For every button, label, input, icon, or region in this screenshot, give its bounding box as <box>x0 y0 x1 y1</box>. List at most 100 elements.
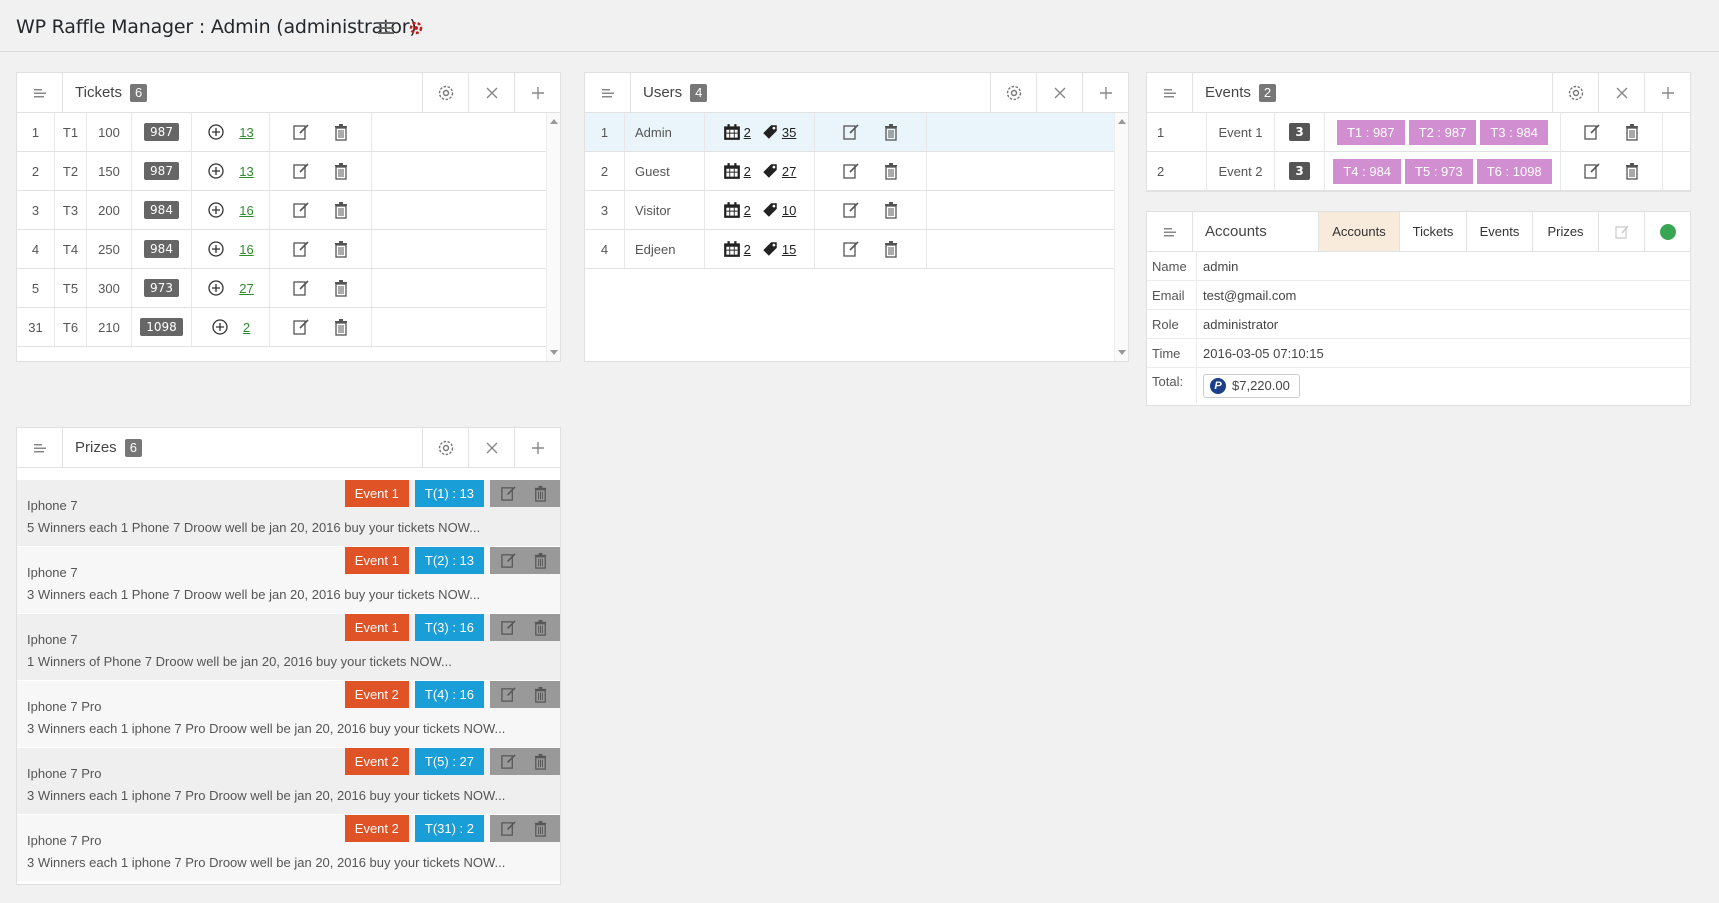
trash-icon[interactable] <box>882 201 900 219</box>
trash-icon[interactable] <box>532 753 550 771</box>
ticket-sold-link[interactable]: 13 <box>239 125 253 140</box>
user-tickets-link[interactable]: 15 <box>761 240 796 258</box>
edit-icon[interactable] <box>842 123 860 141</box>
drag-handle-icon[interactable] <box>1147 212 1193 251</box>
ticket-sold-link[interactable]: 2 <box>243 320 250 335</box>
edit-icon[interactable] <box>842 162 860 180</box>
prize-ticket-tag[interactable]: T(5) : 27 <box>414 748 484 775</box>
user-tickets-count[interactable]: 15 <box>782 242 796 257</box>
trash-icon[interactable] <box>882 162 900 180</box>
add-circle-icon[interactable] <box>207 240 225 258</box>
edit-icon[interactable] <box>500 485 518 503</box>
trash-icon[interactable] <box>882 123 900 141</box>
hamburger-icon[interactable] <box>376 18 396 38</box>
ticket-sold-link[interactable]: 27 <box>239 281 253 296</box>
edit-icon[interactable] <box>292 279 310 297</box>
ticket-sold-link[interactable]: 16 <box>239 242 253 257</box>
settings-icon[interactable] <box>1552 73 1598 112</box>
trash-icon[interactable] <box>882 240 900 258</box>
add-circle-icon[interactable] <box>207 162 225 180</box>
user-events-count[interactable]: 2 <box>744 164 751 179</box>
drag-handle-icon[interactable] <box>17 428 63 467</box>
add-icon[interactable] <box>1644 73 1690 112</box>
table-row[interactable]: 3 Visitor 2 10 <box>585 191 1116 230</box>
settings-icon[interactable] <box>422 428 468 467</box>
trash-icon[interactable] <box>332 318 350 336</box>
prize-ticket-tag[interactable]: T(2) : 13 <box>414 547 484 574</box>
tab-accounts[interactable]: Accounts <box>1318 212 1399 251</box>
gear-icon[interactable] <box>406 18 426 38</box>
edit-icon[interactable] <box>842 240 860 258</box>
edit-icon[interactable] <box>1583 162 1601 180</box>
prize-event-tag[interactable]: Event 2 <box>344 815 409 842</box>
trash-icon[interactable] <box>332 201 350 219</box>
edit-icon[interactable] <box>500 552 518 570</box>
drag-handle-icon[interactable] <box>1147 73 1193 112</box>
prize-ticket-tag[interactable]: T(4) : 16 <box>414 681 484 708</box>
edit-icon[interactable] <box>500 753 518 771</box>
edit-icon[interactable] <box>292 240 310 258</box>
add-circle-icon[interactable] <box>207 201 225 219</box>
close-icon[interactable] <box>1036 73 1082 112</box>
tickets-scrollbar[interactable] <box>546 113 560 361</box>
edit-icon[interactable] <box>292 201 310 219</box>
trash-icon[interactable] <box>1623 123 1641 141</box>
prize-ticket-tag[interactable]: T(31) : 2 <box>414 815 484 842</box>
add-circle-icon[interactable] <box>207 123 225 141</box>
trash-icon[interactable] <box>532 552 550 570</box>
trash-icon[interactable] <box>332 240 350 258</box>
table-row[interactable]: 1 Admin 2 35 <box>585 113 1116 152</box>
drag-handle-icon[interactable] <box>585 73 631 112</box>
user-events-link[interactable]: 2 <box>723 162 751 180</box>
trash-icon[interactable] <box>532 820 550 838</box>
edit-icon[interactable] <box>500 686 518 704</box>
users-scrollbar[interactable] <box>1114 113 1128 361</box>
user-tickets-count[interactable]: 10 <box>782 203 796 218</box>
prize-ticket-tag[interactable]: T(3) : 16 <box>414 614 484 641</box>
tab-tickets[interactable]: Tickets <box>1399 212 1466 251</box>
user-events-link[interactable]: 2 <box>723 201 751 219</box>
settings-icon[interactable] <box>422 73 468 112</box>
user-tickets-count[interactable]: 27 <box>782 164 796 179</box>
ticket-sold-link[interactable]: 16 <box>239 203 253 218</box>
edit-icon[interactable] <box>1598 212 1644 251</box>
edit-icon[interactable] <box>500 619 518 637</box>
trash-icon[interactable] <box>1623 162 1641 180</box>
prize-event-tag[interactable]: Event 2 <box>344 748 409 775</box>
user-tickets-link[interactable]: 10 <box>761 201 796 219</box>
table-row[interactable]: 2 Guest 2 27 <box>585 152 1116 191</box>
settings-icon[interactable] <box>990 73 1036 112</box>
close-icon[interactable] <box>1598 73 1644 112</box>
user-events-count[interactable]: 2 <box>744 203 751 218</box>
trash-icon[interactable] <box>532 619 550 637</box>
trash-icon[interactable] <box>532 485 550 503</box>
close-icon[interactable] <box>468 428 514 467</box>
trash-icon[interactable] <box>532 686 550 704</box>
add-circle-icon[interactable] <box>211 318 229 336</box>
edit-icon[interactable] <box>842 201 860 219</box>
add-icon[interactable] <box>514 428 560 467</box>
trash-icon[interactable] <box>332 123 350 141</box>
prize-event-tag[interactable]: Event 1 <box>344 547 409 574</box>
user-events-count[interactable]: 2 <box>744 125 751 140</box>
drag-handle-icon[interactable] <box>17 73 63 112</box>
prize-event-tag[interactable]: Event 1 <box>344 480 409 507</box>
user-tickets-link[interactable]: 35 <box>761 123 796 141</box>
add-circle-icon[interactable] <box>207 279 225 297</box>
table-row[interactable]: 4 Edjeen 2 15 <box>585 230 1116 269</box>
edit-icon[interactable] <box>1583 123 1601 141</box>
add-icon[interactable] <box>1082 73 1128 112</box>
edit-icon[interactable] <box>292 162 310 180</box>
tab-prizes[interactable]: Prizes <box>1532 212 1598 251</box>
edit-icon[interactable] <box>292 123 310 141</box>
add-icon[interactable] <box>514 73 560 112</box>
prize-event-tag[interactable]: Event 1 <box>344 614 409 641</box>
user-tickets-count[interactable]: 35 <box>782 125 796 140</box>
trash-icon[interactable] <box>332 162 350 180</box>
prize-ticket-tag[interactable]: T(1) : 13 <box>414 480 484 507</box>
user-events-link[interactable]: 2 <box>723 240 751 258</box>
edit-icon[interactable] <box>292 318 310 336</box>
edit-icon[interactable] <box>500 820 518 838</box>
prize-event-tag[interactable]: Event 2 <box>344 681 409 708</box>
tab-events[interactable]: Events <box>1466 212 1532 251</box>
